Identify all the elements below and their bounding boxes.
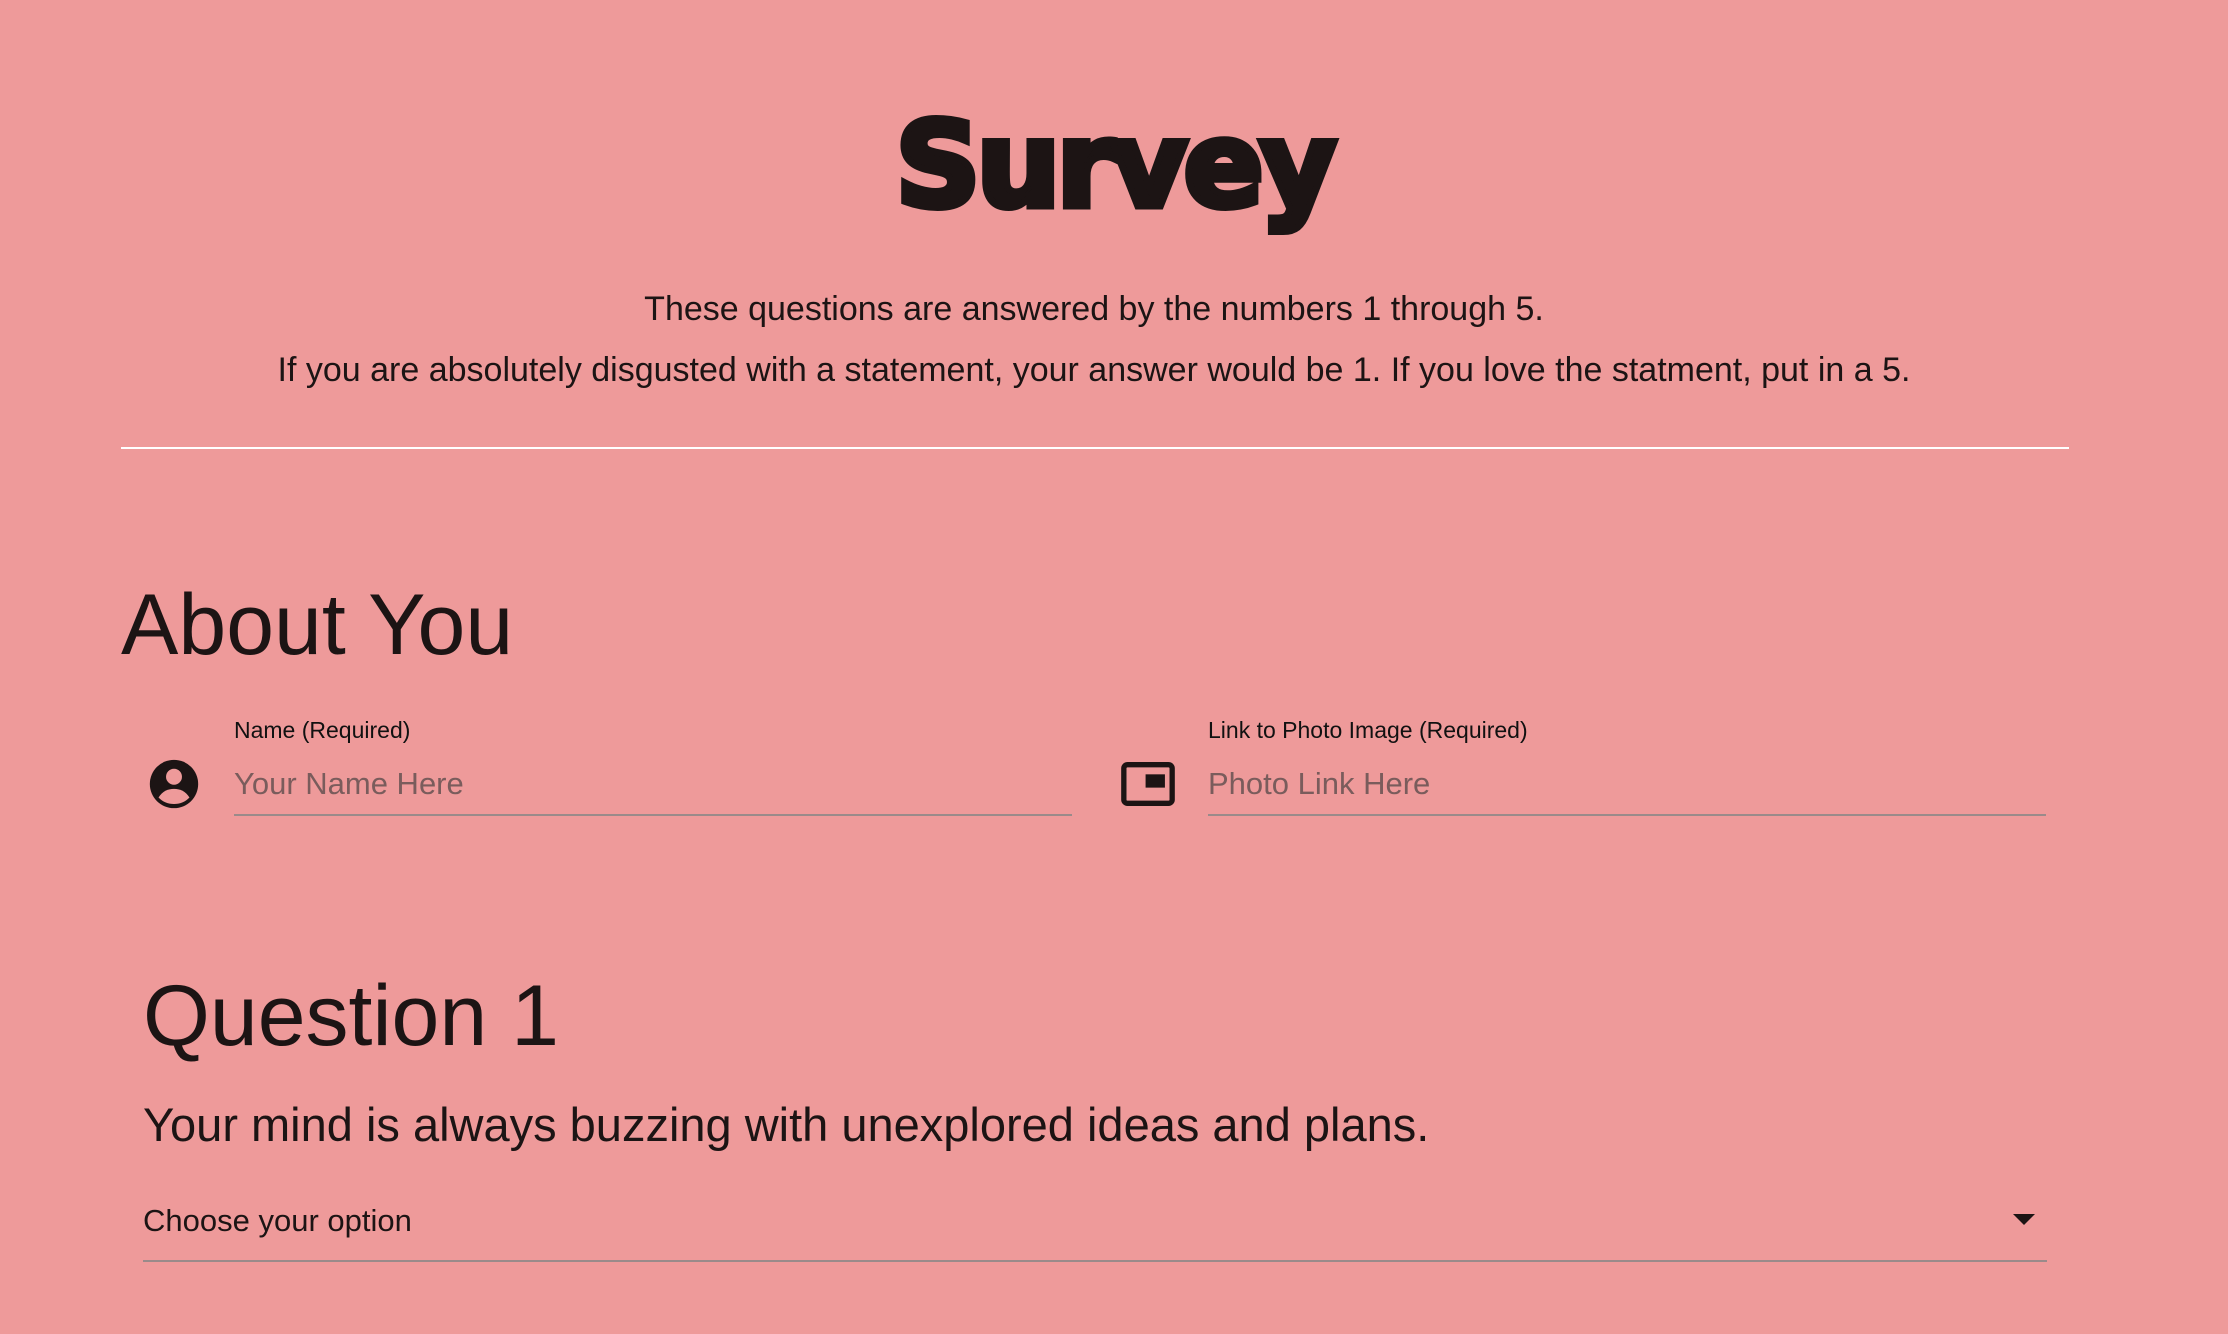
question-1-heading: Question 1 xyxy=(143,968,559,1064)
intro-line-1: These questions are answered by the numb… xyxy=(644,290,1544,328)
account-circle-icon xyxy=(149,759,199,809)
photo-link-field-label: Link to Photo Image (Required) xyxy=(1208,717,1528,743)
header-divider xyxy=(121,447,2069,449)
question-1-select[interactable]: Choose your option xyxy=(143,1188,2047,1262)
name-input[interactable] xyxy=(234,754,1072,816)
question-1-select-value: Choose your option xyxy=(143,1203,412,1238)
page-title: Survey xyxy=(892,93,1340,238)
picture-in-picture-icon xyxy=(1121,762,1175,806)
intro-line-2: If you are absolutely disgusted with a s… xyxy=(277,351,1911,389)
caret-down-icon xyxy=(2013,1214,2035,1225)
question-1-statement: Your mind is always buzzing with unexplo… xyxy=(143,1098,1430,1151)
section-heading-about-you: About You xyxy=(121,577,514,673)
photo-link-input[interactable] xyxy=(1208,754,2046,816)
name-field-label: Name (Required) xyxy=(234,717,411,743)
